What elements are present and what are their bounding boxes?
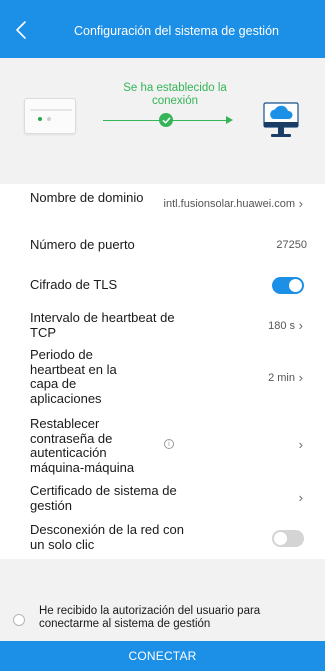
- port-number-row[interactable]: Número de puerto 27250: [0, 234, 325, 256]
- app-heartbeat-row[interactable]: Periodo de heartbeat en la capa de aplic…: [0, 347, 325, 407]
- chevron-right-icon: ›: [298, 437, 303, 452]
- app-header: Configuración del sistema de gestión: [0, 0, 325, 58]
- port-number-value: 27250: [276, 239, 307, 251]
- certificate-label: Certificado de sistema de gestión: [30, 483, 177, 513]
- tcp-heartbeat-value: 180 s: [268, 320, 295, 332]
- domain-name-label: Nombre de dominio: [30, 190, 144, 205]
- connection-status-text: Se ha establecido la conexión: [123, 82, 227, 107]
- reset-password-row[interactable]: Restablecer contraseña de autenticación …: [0, 416, 325, 476]
- inverter-device-icon: [24, 98, 76, 134]
- domain-name-row[interactable]: Nombre de dominio intl.fusionsolar.huawe…: [0, 186, 325, 224]
- tls-encryption-label: Cifrado de TLS: [30, 277, 118, 292]
- chevron-right-icon: ›: [298, 196, 303, 211]
- domain-name-value: intl.fusionsolar.huawei.com: [163, 198, 295, 210]
- authorization-text: He recibido la autorización del usuario …: [39, 605, 261, 630]
- chevron-right-icon: ›: [298, 318, 303, 333]
- cloud-monitor-icon: [263, 102, 299, 137]
- tcp-heartbeat-label: Intervalo de heartbeat de TCP: [30, 310, 175, 340]
- connection-status-panel: Se ha establecido la conexión: [0, 58, 325, 184]
- one-click-disconnect-toggle[interactable]: [272, 530, 304, 547]
- tcp-heartbeat-row[interactable]: Intervalo de heartbeat de TCP 180 s ›: [0, 310, 325, 342]
- port-number-label: Número de puerto: [30, 237, 135, 252]
- chevron-left-icon: [16, 21, 26, 39]
- authorization-checkbox[interactable]: [13, 614, 25, 626]
- arrow-right-icon: [226, 116, 233, 124]
- connect-button[interactable]: CONECTAR: [0, 641, 325, 671]
- tls-encryption-row: Cifrado de TLS: [0, 274, 325, 296]
- app-heartbeat-label: Periodo de heartbeat en la capa de aplic…: [30, 347, 117, 406]
- management-system-config-screen: Configuración del sistema de gestión Se …: [0, 0, 325, 671]
- reset-password-label: Restablecer contraseña de autenticación …: [30, 416, 135, 475]
- one-click-disconnect-row: Desconexión de la red con un solo clic: [0, 522, 325, 556]
- info-icon[interactable]: i: [164, 439, 174, 449]
- check-icon: [159, 113, 173, 127]
- chevron-right-icon: ›: [298, 490, 303, 505]
- chevron-right-icon: ›: [298, 370, 303, 385]
- certificate-row[interactable]: Certificado de sistema de gestión ›: [0, 483, 325, 515]
- one-click-disconnect-label: Desconexión de la red con un solo clic: [30, 522, 184, 552]
- tls-encryption-toggle[interactable]: [272, 277, 304, 294]
- settings-list: Nombre de dominio intl.fusionsolar.huawe…: [0, 184, 325, 559]
- app-heartbeat-value: 2 min: [268, 372, 295, 384]
- page-title: Configuración del sistema de gestión: [74, 24, 279, 38]
- back-button[interactable]: [8, 16, 34, 44]
- authorization-consent: He recibido la autorización del usuario …: [0, 600, 325, 640]
